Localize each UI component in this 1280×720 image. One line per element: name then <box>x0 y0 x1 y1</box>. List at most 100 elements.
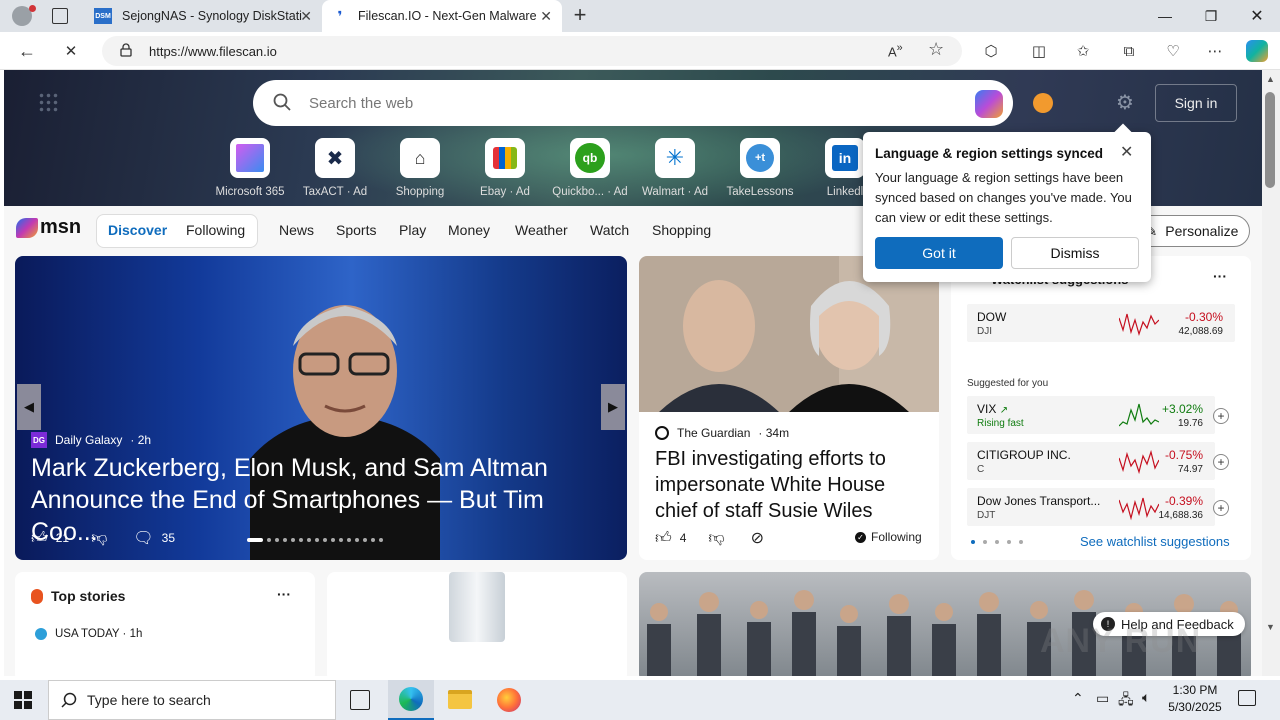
tab-following[interactable]: Following <box>186 222 245 238</box>
back-icon[interactable]: ← <box>16 40 38 62</box>
carousel-dot[interactable] <box>315 538 319 542</box>
quicklink-takelessons[interactable]: +t TakeLessons <box>720 138 800 198</box>
add-to-watchlist-button[interactable]: + <box>1213 408 1229 424</box>
like-icon[interactable]: 👍︎ <box>31 529 48 548</box>
minimize-button[interactable]: ― <box>1142 0 1188 32</box>
nav-shopping[interactable]: Shopping <box>652 222 711 238</box>
featured-story-card[interactable]: ◀ ▶ DG Daily Galaxy · 2h Mark Zuckerberg… <box>15 256 627 560</box>
quicklink-ebay[interactable]: Ebay · Ad <box>465 138 545 198</box>
nav-watch[interactable]: Watch <box>590 222 629 238</box>
dismiss-button[interactable]: Dismiss <box>1011 237 1139 269</box>
read-aloud-icon[interactable]: A» <box>888 42 903 59</box>
edge-taskbar-icon[interactable] <box>388 680 434 720</box>
tab-discover[interactable]: Discover <box>108 222 167 238</box>
nav-sports[interactable]: Sports <box>336 222 376 238</box>
add-to-watchlist-button[interactable]: + <box>1213 500 1229 516</box>
carousel-dot[interactable] <box>331 538 335 542</box>
carousel-next-button[interactable]: ▶ <box>601 384 625 430</box>
new-tab-button[interactable]: + <box>568 4 592 28</box>
favorites-icon[interactable]: ✩ <box>1072 40 1094 62</box>
nav-money[interactable]: Money <box>448 222 490 238</box>
pager-dot[interactable] <box>971 540 975 544</box>
dislike-icon[interactable]: 👎︎ <box>708 529 724 548</box>
story-source[interactable]: USA TODAY · 1h <box>55 628 142 640</box>
copilot-icon[interactable] <box>1246 40 1268 62</box>
carousel-dot[interactable] <box>267 538 271 542</box>
carousel-dot[interactable] <box>355 538 359 542</box>
show-hidden-icons-icon[interactable]: ⌃ <box>1072 690 1084 707</box>
got-it-button[interactable]: Got it <box>875 237 1003 269</box>
story-source[interactable]: The Guardian <box>677 426 750 440</box>
hide-story-icon[interactable]: ⊘ <box>751 528 764 548</box>
more-menu-icon[interactable]: ⋯ <box>1204 40 1226 62</box>
quicklink-shopping[interactable]: ⌂ Shopping <box>380 138 460 198</box>
carousel-dot[interactable] <box>307 538 311 542</box>
volume-icon[interactable]: 🔈︎ <box>1142 689 1150 706</box>
see-watchlist-link[interactable]: See watchlist suggestions <box>1080 534 1230 549</box>
file-explorer-icon[interactable] <box>448 690 472 709</box>
watchlist-row[interactable]: CITIGROUP INC. C -0.75% 74.97 <box>967 442 1215 480</box>
task-view-icon[interactable] <box>350 690 370 710</box>
pager-dot[interactable] <box>995 540 999 544</box>
search-box[interactable]: Search the web <box>253 80 1013 126</box>
close-popup-icon[interactable]: ✕ <box>1120 142 1133 162</box>
tab-sejongnas[interactable]: DSM SejongNAS - Synology DiskStatio ✕ <box>84 0 322 32</box>
scroll-down-icon[interactable]: ▼ <box>1266 622 1275 632</box>
guardian-story-card[interactable]: The Guardian · 34m FBI investigating eff… <box>639 256 939 560</box>
more-options-icon[interactable]: ··· <box>1213 268 1227 284</box>
nav-play[interactable]: Play <box>399 222 426 238</box>
personalize-button[interactable]: ✎ Personalize <box>1134 215 1250 247</box>
browser-essentials-icon[interactable]: ♡ <box>1162 40 1184 62</box>
extensions-icon[interactable]: ⬡ <box>980 40 1002 62</box>
close-tab-icon[interactable]: ✕ <box>540 8 552 25</box>
carousel-dot[interactable] <box>247 538 263 542</box>
following-label[interactable]: Following <box>871 530 922 544</box>
comment-icon[interactable]: 🗨︎ <box>133 528 153 548</box>
pager-dot[interactable] <box>1019 540 1023 544</box>
lock-icon[interactable] <box>120 43 132 57</box>
search-input[interactable]: Search the web <box>309 95 413 112</box>
watchlist-row[interactable]: DOW DJI -0.30% 42,088.69 <box>967 304 1235 342</box>
watchlist-row[interactable]: Dow Jones Transport... DJT -0.39% 14,688… <box>967 488 1215 526</box>
carousel-dot[interactable] <box>291 538 295 542</box>
notifications-icon[interactable] <box>1238 690 1256 706</box>
copilot-search-icon[interactable] <box>975 90 1003 118</box>
dislike-icon[interactable]: 👎︎ <box>91 529 107 548</box>
system-clock[interactable]: 1:30 PM 5/30/2025 <box>1168 682 1222 716</box>
sign-in-button[interactable]: Sign in <box>1155 84 1237 122</box>
scroll-up-icon[interactable]: ▲ <box>1266 74 1275 84</box>
carousel-dot[interactable] <box>299 538 303 542</box>
rewards-icon[interactable] <box>1033 93 1053 113</box>
windows-start-icon[interactable] <box>14 691 32 709</box>
carousel-dot[interactable] <box>371 538 375 542</box>
carousel-dot[interactable] <box>283 538 287 542</box>
top-stories-title[interactable]: Top stories <box>51 588 125 604</box>
story-source[interactable]: Daily Galaxy <box>55 433 122 447</box>
guardian-headline[interactable]: FBI investigating efforts to impersonate… <box>655 446 925 524</box>
nav-news[interactable]: News <box>279 222 314 238</box>
quicklink-taxact[interactable]: ✖ TaxACT · Ad <box>295 138 375 198</box>
network-icon[interactable]: 🖧︎ <box>1118 689 1134 713</box>
quicklink-microsoft365[interactable]: Microsoft 365 <box>210 138 290 198</box>
carousel-dot[interactable] <box>363 538 367 542</box>
carousel-dot[interactable] <box>275 538 279 542</box>
page-scrollbar[interactable]: ▲ ▼ <box>1262 70 1280 676</box>
taskbar-search-box[interactable]: Type here to search <box>48 680 336 720</box>
like-icon[interactable]: 👍︎ <box>655 529 672 548</box>
close-window-button[interactable]: ✕ <box>1234 0 1280 32</box>
tab-filescan[interactable]: ❜ Filescan.IO - Next-Gen Malware A ✕ <box>322 0 562 32</box>
restore-button[interactable]: ❐ <box>1188 0 1234 32</box>
tab-actions-icon[interactable] <box>52 8 68 24</box>
carousel-dot[interactable] <box>323 538 327 542</box>
firefox-icon[interactable] <box>497 688 521 712</box>
nav-weather[interactable]: Weather <box>515 222 568 238</box>
scroll-thumb[interactable] <box>1265 92 1275 188</box>
collections-icon[interactable]: ⧉ <box>1118 40 1140 62</box>
device-icon[interactable]: ▭ <box>1096 690 1109 707</box>
favorite-star-icon[interactable]: ☆ <box>928 39 944 60</box>
close-tab-icon[interactable]: ✕ <box>300 8 312 25</box>
split-screen-icon[interactable]: ◫ <box>1028 40 1050 62</box>
msn-logo[interactable]: msn <box>16 216 81 239</box>
pager-dot[interactable] <box>983 540 987 544</box>
apps-launcher-icon[interactable] <box>38 92 58 112</box>
